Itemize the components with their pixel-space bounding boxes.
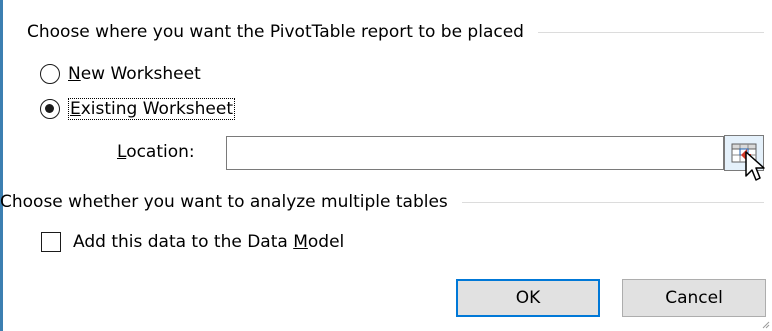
add-to-data-model-checkbox[interactable] bbox=[41, 232, 61, 252]
resize-grip-icon[interactable] bbox=[762, 321, 770, 329]
analysis-group-label: Choose whether you want to analyze multi… bbox=[0, 192, 448, 212]
location-input[interactable] bbox=[226, 136, 724, 170]
group-divider bbox=[461, 201, 764, 203]
location-label: Location: bbox=[117, 142, 195, 162]
placement-group-title: Choose where you want the PivotTable rep… bbox=[27, 22, 764, 42]
radio-button-selected[interactable] bbox=[40, 99, 60, 119]
radio-label: Existing Worksheet bbox=[68, 98, 236, 120]
window-left-border bbox=[0, 0, 3, 331]
group-divider bbox=[537, 31, 764, 33]
cancel-button[interactable]: Cancel bbox=[622, 279, 766, 317]
radio-button[interactable] bbox=[40, 64, 60, 84]
radio-existing-worksheet[interactable]: Existing Worksheet bbox=[40, 98, 236, 120]
radio-new-worksheet[interactable]: New Worksheet bbox=[40, 64, 201, 84]
radio-label: New Worksheet bbox=[68, 64, 201, 84]
placement-group-label: Choose where you want the PivotTable rep… bbox=[27, 22, 524, 42]
checkbox-label: Add this data to the Data Model bbox=[73, 232, 345, 252]
ok-button[interactable]: OK bbox=[456, 279, 600, 317]
mouse-pointer-icon bbox=[745, 151, 765, 181]
analysis-group-title: Choose whether you want to analyze multi… bbox=[0, 192, 764, 212]
add-to-data-model-checkbox-row[interactable]: Add this data to the Data Model bbox=[41, 232, 344, 252]
